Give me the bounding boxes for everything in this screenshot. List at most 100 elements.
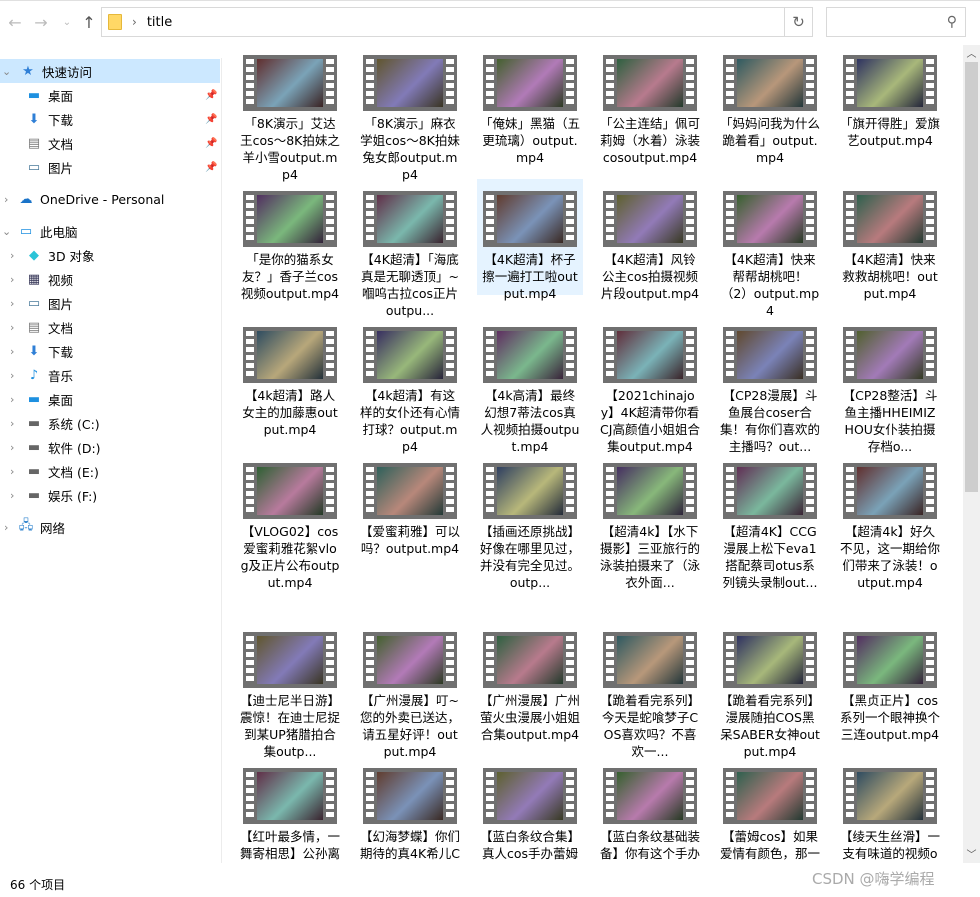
sidebar-item-pc-0[interactable]: › ◆ 3D 对象 [0,243,220,267]
chevron-right-icon[interactable]: › [10,441,14,454]
sidebar-item-quick-1[interactable]: ⬇ 下载 📌 [0,107,220,131]
sidebar-item-quick-0[interactable]: ▬ 桌面 📌 [0,83,220,107]
sidebar-item-pc-10[interactable]: › ▬ 娱乐 (F:) [0,483,220,507]
file-item[interactable]: 「是你的猫系女友？」香子兰cos视频output.mp4 [237,179,343,302]
file-item[interactable]: 【蕾姆cos】如果爱情有颜色，那一定是蓝色 [717,756,823,863]
file-item[interactable]: 【绫天生丝滑】一支有味道的视频output.mp4 [837,756,943,863]
recent-chevron-icon[interactable]: ⌄ [56,11,78,33]
file-item[interactable]: 【黑贞正片】cos系列一个眼神换个三连output.mp4 [837,620,943,743]
nav-label: 文档 [48,136,74,152]
file-item[interactable]: 【跪着看完系列】漫展随拍COS黑呆SABER女神output.mp4 [717,620,823,760]
chevron-down-icon[interactable]: ⌄ [2,65,11,78]
file-item[interactable]: 【4K超清】快来救救胡桃吧！output.mp4 [837,179,943,302]
file-item[interactable]: 【跪着看完系列】今天是蛇喰梦子COS喜欢吗？不喜欢一... [597,620,703,760]
file-item[interactable]: 【红叶最多情，一舞寄相思】公孙离原皮肤cos来 [237,756,343,863]
address-bar[interactable]: › title [101,7,785,37]
scrollbar-thumb[interactable] [965,62,978,492]
chevron-down-icon[interactable]: ⌄ [2,225,11,238]
sidebar-item-pc-8[interactable]: › ▬ 软件 (D:) [0,435,220,459]
video-thumbnail [603,463,697,519]
video-thumbnail [483,768,577,824]
file-item[interactable]: 【广州漫展】叮~您的外卖已送达，请五星好评！output.mp4 [357,620,463,760]
chevron-right-icon[interactable]: › [4,521,8,534]
file-item[interactable]: 【4k超清】有这样的女仆还有心情打球？output.mp4 [357,315,463,455]
chevron-right-icon[interactable]: › [10,273,14,286]
video-thumbnail [483,463,577,519]
breadcrumb-title[interactable]: title [147,15,172,30]
sidebar-item-onedrive[interactable]: › ☁ OneDrive - Personal [0,187,220,211]
sidebar-item-pc-5[interactable]: › ♪ 音乐 [0,363,220,387]
video-thumbnail [363,463,457,519]
forward-arrow-icon[interactable]: → [30,11,52,33]
chevron-right-icon[interactable]: › [10,465,14,478]
file-item[interactable]: 【4k超清】路人女主的加藤惠output.mp4 [237,315,343,438]
file-item[interactable]: 「俺妹」黑猫（五更琉璃）output.mp4 [477,43,583,166]
file-item[interactable]: 【幻海梦蝶】你们期待的真4K希儿COS来了崩坏 [357,756,463,863]
file-item[interactable]: 【插画还原挑战】好像在哪里见过，并没有完全见过。outp... [477,451,583,591]
chevron-right-icon[interactable]: › [10,297,14,310]
file-item[interactable]: 【超清4K】CCG漫展上松下eva1搭配蔡司otus系列镜头录制out... [717,451,823,591]
pin-icon[interactable]: 📌 [205,90,217,101]
file-item[interactable]: 【迪士尼半日游】震惊！在迪士尼捉到某UP猪腊拍合集outp... [237,620,343,760]
file-item[interactable]: 【超清4k】好久不见，这一期给你们带来了泳装！output.mp4 [837,451,943,591]
file-item[interactable]: 「8K演示」艾达王cos～8K拍妹之羊小雪output.mp4 [237,43,343,183]
file-item[interactable]: 【4K超清】快来帮帮胡桃吧！（2）output.mp4 [717,179,823,319]
chevron-right-icon[interactable]: › [10,417,14,430]
file-item[interactable]: 【4K超清】风铃公主cos拍摄视频片段output.mp4 [597,179,703,302]
file-item[interactable]: 【CP28漫展】斗鱼展台coser合集！有你们喜欢的主播吗？out... [717,315,823,455]
file-item[interactable]: 【超清4k】【水下摄影】三亚旅行的泳装拍摄来了（泳衣外面... [597,451,703,591]
refresh-button[interactable]: ↻ [785,7,813,37]
back-arrow-icon[interactable]: ← [4,11,26,33]
file-item[interactable]: 【广州漫展】广州萤火虫漫展小姐姐合集output.mp4 [477,620,583,743]
sidebar-item-pc-1[interactable]: › ▦ 视频 [0,267,220,291]
sidebar-item-quick-2[interactable]: ▤ 文档 📌 [0,131,220,155]
sidebar-item-quick-access[interactable]: ⌄ ★ 快速访问 [0,59,220,83]
scroll-up-icon[interactable]: ︿ [963,45,980,62]
sidebar-item-network[interactable]: › 🖧 网络 [0,515,220,539]
vertical-scrollbar[interactable]: ︿ ﹀ [963,45,980,863]
file-item[interactable]: 「公主连结」佩可莉姆（水着）泳装cosoutput.mp4 [597,43,703,166]
file-name: 【黑贞正片】cos系列一个眼神换个三连output.mp4 [840,693,940,742]
scroll-down-icon[interactable]: ﹀ [963,846,980,863]
search-input[interactable]: ⚲ [826,7,966,37]
chevron-right-icon[interactable]: › [10,249,14,262]
sidebar-item-pc-9[interactable]: › ▬ 文档 (E:) [0,459,220,483]
chevron-right-icon[interactable]: › [10,345,14,358]
chevron-right-icon[interactable]: › [10,393,14,406]
file-item[interactable]: 【爱蜜莉雅】可以吗？output.mp4 [357,451,463,557]
videos-icon: ▦ [27,271,41,287]
pin-icon[interactable]: 📌 [205,138,217,149]
file-item[interactable]: 【4k高清】最终幻想7蒂法cos真人视频拍摄output.mp4 [477,315,583,455]
sidebar-item-pc-6[interactable]: › ▬ 桌面 [0,387,220,411]
video-thumbnail [843,463,937,519]
file-item[interactable]: 【4K超清】杯子擦一遍打工啦output.mp4 [477,179,583,301]
file-item[interactable]: 「8K演示」麻衣学姐cos～8K拍妹兔女郎output.mp4 [357,43,463,183]
pin-icon[interactable]: 📌 [205,162,217,173]
chevron-right-icon[interactable]: › [10,489,14,502]
file-item[interactable]: 【4K超清】「海底真是无聊透顶」~嗰呜古拉cos正片outpu... [357,179,463,319]
pictures-icon: ▭ [27,159,41,175]
chevron-right-icon[interactable]: › [10,321,14,334]
file-item[interactable]: 【2021chinajoy】4K超清带你看CJ高颜值小姐姐合集output.mp… [597,315,703,455]
up-arrow-icon[interactable]: ↑ [78,11,100,33]
sidebar-item-pc-4[interactable]: › ⬇ 下载 [0,339,220,363]
file-item[interactable]: 【VLOG02】cos爱蜜莉雅花絮vlog及正片公布output.mp4 [237,451,343,591]
sidebar-item-quick-3[interactable]: ▭ 图片 📌 [0,155,220,179]
video-thumbnail [483,632,577,688]
sidebar-item-this-pc[interactable]: ⌄ ▭ 此电脑 [0,219,220,243]
file-item[interactable]: 【蓝白条纹基础装备】你有这个手办吗？ [597,756,703,863]
file-item[interactable]: 【CP28整活】斗鱼主播HHEIMIZHOU女仆装拍摄存档o... [837,315,943,455]
file-name: 【4K超清】「海底真是无聊透顶」~嗰呜古拉cos正片outpu... [361,252,459,318]
video-thumbnail [723,463,817,519]
chevron-right-icon[interactable]: › [4,193,8,206]
sidebar-item-pc-2[interactable]: › ▭ 图片 [0,291,220,315]
video-thumbnail [243,55,337,111]
sidebar-item-pc-7[interactable]: › ▬ 系统 (C:) [0,411,220,435]
file-name: 【2021chinajoy】4K超清带你看CJ高颜值小姐姐合集output.mp… [600,388,700,454]
file-item[interactable]: 「妈妈问我为什么跪着看」output.mp4 [717,43,823,166]
file-item[interactable]: 【蓝白条纹合集】真人cos手办蕾姆系列合集 [477,756,583,863]
pin-icon[interactable]: 📌 [205,114,217,125]
sidebar-item-pc-3[interactable]: › ▤ 文档 [0,315,220,339]
file-item[interactable]: 「旗开得胜」爱旗艺output.mp4 [837,43,943,149]
chevron-right-icon[interactable]: › [10,369,14,382]
